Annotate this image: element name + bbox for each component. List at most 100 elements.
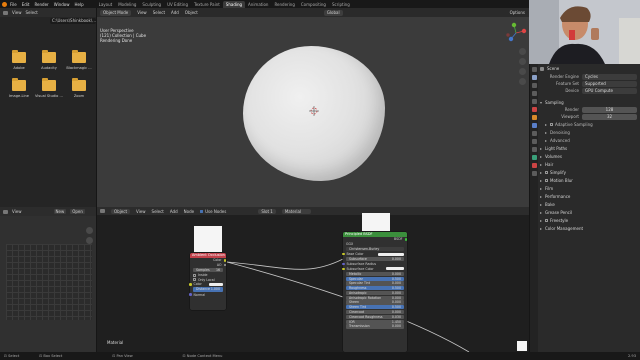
path-field[interactable]: C:\Users\Shinkbook\...: [50, 18, 96, 24]
simplify-checkbox[interactable]: [545, 170, 548, 174]
pan-hand-icon[interactable]: [519, 58, 526, 65]
subsurface-method-select[interactable]: Christensen-Burley: [346, 246, 404, 252]
simplify-section[interactable]: ▸ Simplify: [540, 168, 640, 176]
clearcoat-roughness-field[interactable]: Clearcoat Roughness 0.030: [346, 314, 404, 319]
3d-cursor-icon[interactable]: [309, 106, 319, 116]
float-socket[interactable]: [223, 263, 226, 267]
inside-checkbox[interactable]: [193, 273, 196, 277]
ambient-occlusion-node[interactable]: Ambient Occlusion Color AO Samples 16 Ins…: [189, 253, 226, 310]
render-samples-field[interactable]: 128: [582, 106, 637, 113]
vp-select-menu[interactable]: Select: [153, 10, 165, 15]
shader-node-editor[interactable]: Object View Select Add Node Use Nodes Sl…: [97, 207, 529, 352]
camera-view-icon[interactable]: [519, 68, 526, 75]
tab-uv-editing[interactable]: UV Editing: [164, 1, 191, 8]
transmission-field[interactable]: Transmission 0.000: [346, 324, 404, 329]
tab-scripting[interactable]: Scripting: [329, 1, 353, 8]
adaptive-checkbox[interactable]: [550, 122, 553, 126]
principled-bsdf-node[interactable]: Principled BSDF BSDF GGX Christensen-Bur…: [342, 232, 407, 352]
material-tab-icon[interactable]: [531, 163, 537, 168]
options-menu[interactable]: Options: [510, 10, 525, 15]
constraints-tab-icon[interactable]: [531, 147, 537, 152]
particles-tab-icon[interactable]: [531, 131, 537, 136]
freestyle-section[interactable]: ▸ Freestyle: [540, 216, 640, 224]
3d-viewport[interactable]: Object Mode View Select Add Object Globa…: [97, 8, 529, 207]
menu-help[interactable]: Help: [74, 2, 83, 7]
world-tab-icon[interactable]: [531, 107, 537, 112]
physics-tab-icon[interactable]: [531, 139, 537, 144]
distribution-label[interactable]: GGX: [346, 242, 353, 246]
vector-socket[interactable]: [342, 262, 345, 266]
editor-type-icon[interactable]: [3, 10, 8, 15]
menu-render[interactable]: Render: [34, 2, 48, 7]
view-layer-tab-icon[interactable]: [531, 91, 537, 96]
tab-layout[interactable]: Layout: [96, 1, 116, 8]
tab-rendering[interactable]: Rendering: [271, 1, 297, 8]
render-engine-select[interactable]: Cycles: [582, 73, 637, 80]
color-management-section[interactable]: ▸ Color Management: [540, 224, 640, 232]
sampling-section[interactable]: ▾ Sampling: [540, 98, 640, 106]
scene-tab-icon[interactable]: [531, 99, 537, 104]
tab-modeling[interactable]: Modeling: [115, 1, 139, 8]
pan-hand-icon[interactable]: [86, 237, 93, 244]
freestyle-checkbox[interactable]: [545, 218, 548, 222]
ao-node-title[interactable]: Ambient Occlusion: [190, 253, 226, 258]
tab-animation[interactable]: Animation: [245, 1, 271, 8]
color-socket[interactable]: [223, 259, 226, 262]
perspective-toggle-icon[interactable]: [519, 78, 526, 85]
advanced-section[interactable]: ▸ Advanced: [540, 136, 640, 144]
vector-socket[interactable]: [189, 293, 192, 296]
folder-item[interactable]: Audacity: [34, 50, 64, 70]
tab-texture-paint[interactable]: Texture Paint: [191, 1, 223, 8]
tab-shading[interactable]: Shading: [222, 0, 246, 8]
shader-socket[interactable]: [404, 238, 407, 241]
sheen-tint-field[interactable]: Sheen Tint 0.500: [346, 305, 404, 310]
roughness-field[interactable]: Roughness 0.500: [346, 286, 404, 291]
modifier-tab-icon[interactable]: [531, 123, 537, 128]
tool-tab-icon[interactable]: [531, 67, 537, 72]
texture-tab-icon[interactable]: [531, 171, 537, 176]
color-swatch[interactable]: [209, 282, 223, 286]
anisotropic-rotation-field[interactable]: Anisotropic Rotation 0.000: [346, 295, 404, 300]
ior-field[interactable]: IOR 1.450: [346, 319, 404, 324]
base-color-swatch[interactable]: [378, 252, 404, 256]
bake-section[interactable]: ▸ Bake: [540, 200, 640, 208]
output-tab-icon[interactable]: [531, 83, 537, 88]
open-image-button[interactable]: Open: [70, 209, 85, 214]
orientation-select[interactable]: Global: [323, 9, 343, 16]
folder-item[interactable]: Zoom: [64, 78, 94, 98]
tab-compositing[interactable]: Compositing: [298, 1, 329, 8]
grease-pencil-section[interactable]: ▸ Grease Pencil: [540, 208, 640, 216]
volumes-section[interactable]: ▸ Volumes: [540, 152, 640, 160]
specular-field[interactable]: Specular 0.500: [346, 276, 404, 281]
only-local-checkbox[interactable]: [193, 278, 196, 282]
zoom-icon[interactable]: [519, 48, 526, 55]
folder-item[interactable]: Visual Studio ...: [34, 78, 64, 98]
anisotropic-field[interactable]: Anisotropic 0.000: [346, 290, 404, 296]
folder-item[interactable]: Blackmagic ...: [64, 50, 94, 70]
editor-type-icon[interactable]: [3, 209, 8, 214]
object-tab-icon[interactable]: [531, 115, 537, 120]
distance-field[interactable]: Distance 1.000: [193, 287, 223, 292]
film-section[interactable]: ▸ Film: [540, 184, 640, 192]
fb-select-menu[interactable]: Select: [26, 10, 38, 15]
vp-view-menu[interactable]: View: [137, 10, 147, 15]
vp-add-menu[interactable]: Add: [171, 10, 179, 15]
data-tab-icon[interactable]: [531, 155, 537, 160]
feature-set-select[interactable]: Supported: [582, 80, 637, 87]
color-socket[interactable]: [342, 252, 345, 256]
vp-object-menu[interactable]: Object: [185, 10, 198, 15]
render-tab-icon[interactable]: [531, 75, 537, 80]
menu-edit[interactable]: Edit: [22, 2, 30, 7]
color-socket[interactable]: [342, 267, 345, 271]
performance-section[interactable]: ▸ Performance: [540, 192, 640, 200]
menu-file[interactable]: File: [10, 2, 17, 7]
folder-item[interactable]: Adobe: [4, 50, 34, 70]
light-paths-section[interactable]: ▸ Light Paths: [540, 144, 640, 152]
zoom-icon[interactable]: [86, 227, 93, 234]
menu-window[interactable]: Window: [54, 2, 70, 7]
subsurface-field[interactable]: Subsurface 0.000: [346, 257, 404, 262]
new-image-button[interactable]: New: [53, 209, 67, 214]
hair-section[interactable]: ▸ Hair: [540, 160, 640, 168]
image-canvas[interactable]: [6, 244, 92, 320]
folder-item[interactable]: Image-Line: [4, 78, 34, 98]
